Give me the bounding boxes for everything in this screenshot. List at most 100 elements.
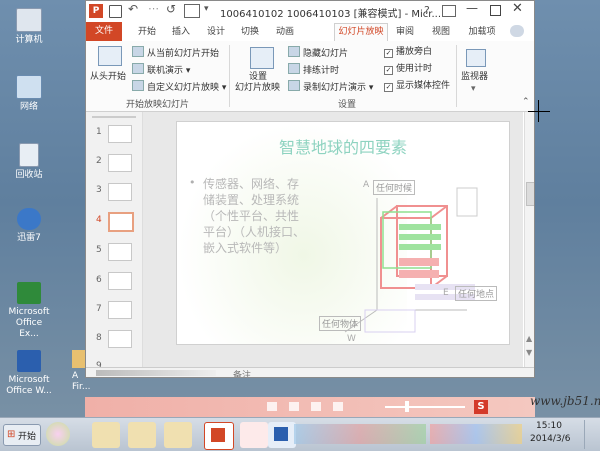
thumbs-top-scroll: [92, 116, 136, 118]
system-tray-icons[interactable]: [430, 424, 522, 444]
redo-icon[interactable]: ⋯: [148, 2, 159, 15]
rehearse-timings-button[interactable]: 排练计时: [288, 63, 339, 77]
account-icon[interactable]: [510, 25, 524, 37]
use-timings-checkbox[interactable]: ✓ 使用计时: [384, 63, 432, 75]
slide-thumbnail-6[interactable]: [108, 272, 132, 290]
horizontal-scroll[interactable]: [96, 370, 216, 376]
tab-insert[interactable]: 插入: [166, 24, 196, 40]
notes-label[interactable]: 备注: [233, 368, 251, 377]
desktop-icon-word[interactable]: Microsoft Office W...: [6, 350, 52, 397]
present-icon[interactable]: [184, 4, 200, 18]
scroll-thumb[interactable]: [526, 182, 534, 206]
reading-view-icon[interactable]: [311, 402, 321, 411]
zoom-slider-thumb[interactable]: [405, 401, 409, 412]
desktop-icon-xunlei[interactable]: 迅雷7: [6, 208, 52, 244]
hide-slide-button[interactable]: 隐藏幻灯片: [288, 46, 348, 60]
tab-home[interactable]: 开始: [132, 24, 162, 40]
slide-bullet-text[interactable]: 传感器、网络、存 储装置、处理系统 （个性平台、共性 平台）（人机接口、 嵌入式…: [203, 176, 327, 256]
repeat-icon[interactable]: ↺: [166, 2, 176, 16]
desktop-icon-excel[interactable]: Microsoft Office Ex...: [6, 282, 52, 340]
from-current-button[interactable]: 从当前幻灯片开始: [132, 46, 219, 60]
slide-thumbnail-5[interactable]: [108, 243, 132, 261]
prev-slide-icon[interactable]: ▲: [526, 334, 532, 343]
powerpoint-app-icon[interactable]: P: [89, 4, 103, 18]
restore-icon[interactable]: [490, 5, 501, 16]
next-slide-icon[interactable]: ▼: [526, 348, 532, 357]
slide-thumbnail-7[interactable]: [108, 301, 132, 319]
slide-thumbnail-3[interactable]: [108, 183, 132, 201]
group-label-start-show: 开始放映幻灯片: [126, 100, 190, 110]
online-present-button[interactable]: 联机演示 ▾: [132, 63, 190, 77]
taskbar-folder-3[interactable]: [164, 422, 192, 448]
clock-time[interactable]: 15:10: [536, 421, 562, 431]
slide-thumbnail-4-selected[interactable]: [108, 212, 134, 232]
from-beginning-button[interactable]: 从头开始: [90, 71, 126, 83]
tab-transitions[interactable]: 切换: [236, 24, 264, 40]
taskbar-folder-2[interactable]: [128, 422, 156, 448]
normal-view-icon[interactable]: [267, 402, 277, 411]
taskbar-powerpoint[interactable]: [204, 422, 234, 450]
monitors-button[interactable]: 监视器: [461, 71, 488, 83]
ribbon-divider: [229, 45, 230, 107]
slide-thumbnail-2[interactable]: [108, 154, 132, 172]
undo-icon[interactable]: ↶: [128, 2, 138, 16]
sogou-ime-icon[interactable]: S: [474, 400, 488, 414]
thumb-number: 2: [96, 156, 102, 166]
app-launcher-icon[interactable]: [46, 422, 70, 446]
slide-thumbnails-pane: [86, 112, 143, 367]
play-narration-checkbox[interactable]: ✓ 播放旁白: [384, 46, 432, 58]
tab-design[interactable]: 设计: [202, 24, 230, 40]
record-show-button[interactable]: 录制幻灯片演示 ▾: [288, 80, 373, 94]
taskbar-word[interactable]: [268, 422, 296, 448]
monitors-dropdown-icon[interactable]: ▾: [471, 83, 476, 95]
show-desktop-button[interactable]: [584, 420, 599, 449]
desktop-icon-network[interactable]: 网络: [6, 75, 52, 113]
slide-title[interactable]: 智慧地球的四要素: [177, 134, 509, 158]
from-current-icon: [132, 46, 144, 57]
taskbar-folder-1[interactable]: [92, 422, 120, 448]
setup-show-button[interactable]: 幻灯片放映: [235, 82, 280, 94]
ribbon-display-icon[interactable]: [442, 5, 456, 17]
save-icon[interactable]: [109, 5, 122, 18]
checkbox-checked-icon: ✓: [384, 83, 393, 92]
desktop-icon-label: 计算机: [15, 35, 43, 45]
from-beginning-icon[interactable]: [98, 46, 122, 66]
slide-thumbnail-1[interactable]: [108, 125, 132, 143]
qat-dropdown-icon[interactable]: ▾: [204, 4, 209, 14]
slide-thumbnail-8[interactable]: [108, 330, 132, 348]
tab-animations[interactable]: 动画: [270, 24, 300, 40]
xunlei-icon: [17, 208, 41, 230]
folder-icon: [72, 350, 86, 368]
tab-review[interactable]: 审阅: [390, 24, 420, 40]
custom-show-button[interactable]: 自定义幻灯片放映 ▾: [132, 80, 226, 94]
diagram-label-any-time: 任何时候: [373, 180, 416, 195]
desktop-icon-label: Microsoft Office Ex...: [8, 307, 50, 339]
notes-bar[interactable]: 备注: [86, 367, 534, 377]
slideshow-view-icon[interactable]: [333, 402, 343, 411]
zoom-slider[interactable]: [385, 406, 465, 408]
rehearse-timings-icon: [288, 63, 300, 74]
tab-file[interactable]: 文件: [86, 22, 122, 41]
start-button[interactable]: ⊞ 开始: [3, 424, 41, 446]
desktop-icon-recycle-bin[interactable]: 回收站: [6, 143, 52, 181]
checkbox-checked-icon: ✓: [384, 49, 393, 58]
crosshair-cursor-line: [528, 111, 550, 112]
tab-view[interactable]: 视图: [426, 24, 456, 40]
close-icon[interactable]: ✕: [512, 1, 523, 16]
vertical-scrollbar[interactable]: ▲ ▼: [524, 112, 534, 367]
show-media-controls-checkbox[interactable]: ✓ 显示媒体控件: [384, 80, 450, 92]
word-icon: [17, 350, 41, 372]
desktop-icon-computer[interactable]: 计算机: [6, 8, 52, 46]
quick-launch-icons[interactable]: [294, 424, 426, 444]
clock-date[interactable]: 2014/3/6: [530, 434, 570, 444]
sorter-view-icon[interactable]: [289, 402, 299, 411]
tab-slide-show[interactable]: 幻灯片放映: [334, 23, 388, 42]
desktop-icon-label: Microsoft Office W...: [6, 375, 52, 396]
group-label-setup: 设置: [338, 100, 357, 110]
help-icon[interactable]: ?: [424, 4, 430, 17]
slide-canvas[interactable]: 智慧地球的四要素 • 传感器、网络、存 储装置、处理系统 （个性平台、共性 平台…: [176, 121, 510, 345]
minimize-icon[interactable]: —: [466, 1, 478, 15]
tab-addins[interactable]: 加载项: [462, 24, 502, 40]
collapse-ribbon-icon[interactable]: ⌃: [522, 97, 530, 107]
taskbar-app[interactable]: [240, 422, 268, 448]
